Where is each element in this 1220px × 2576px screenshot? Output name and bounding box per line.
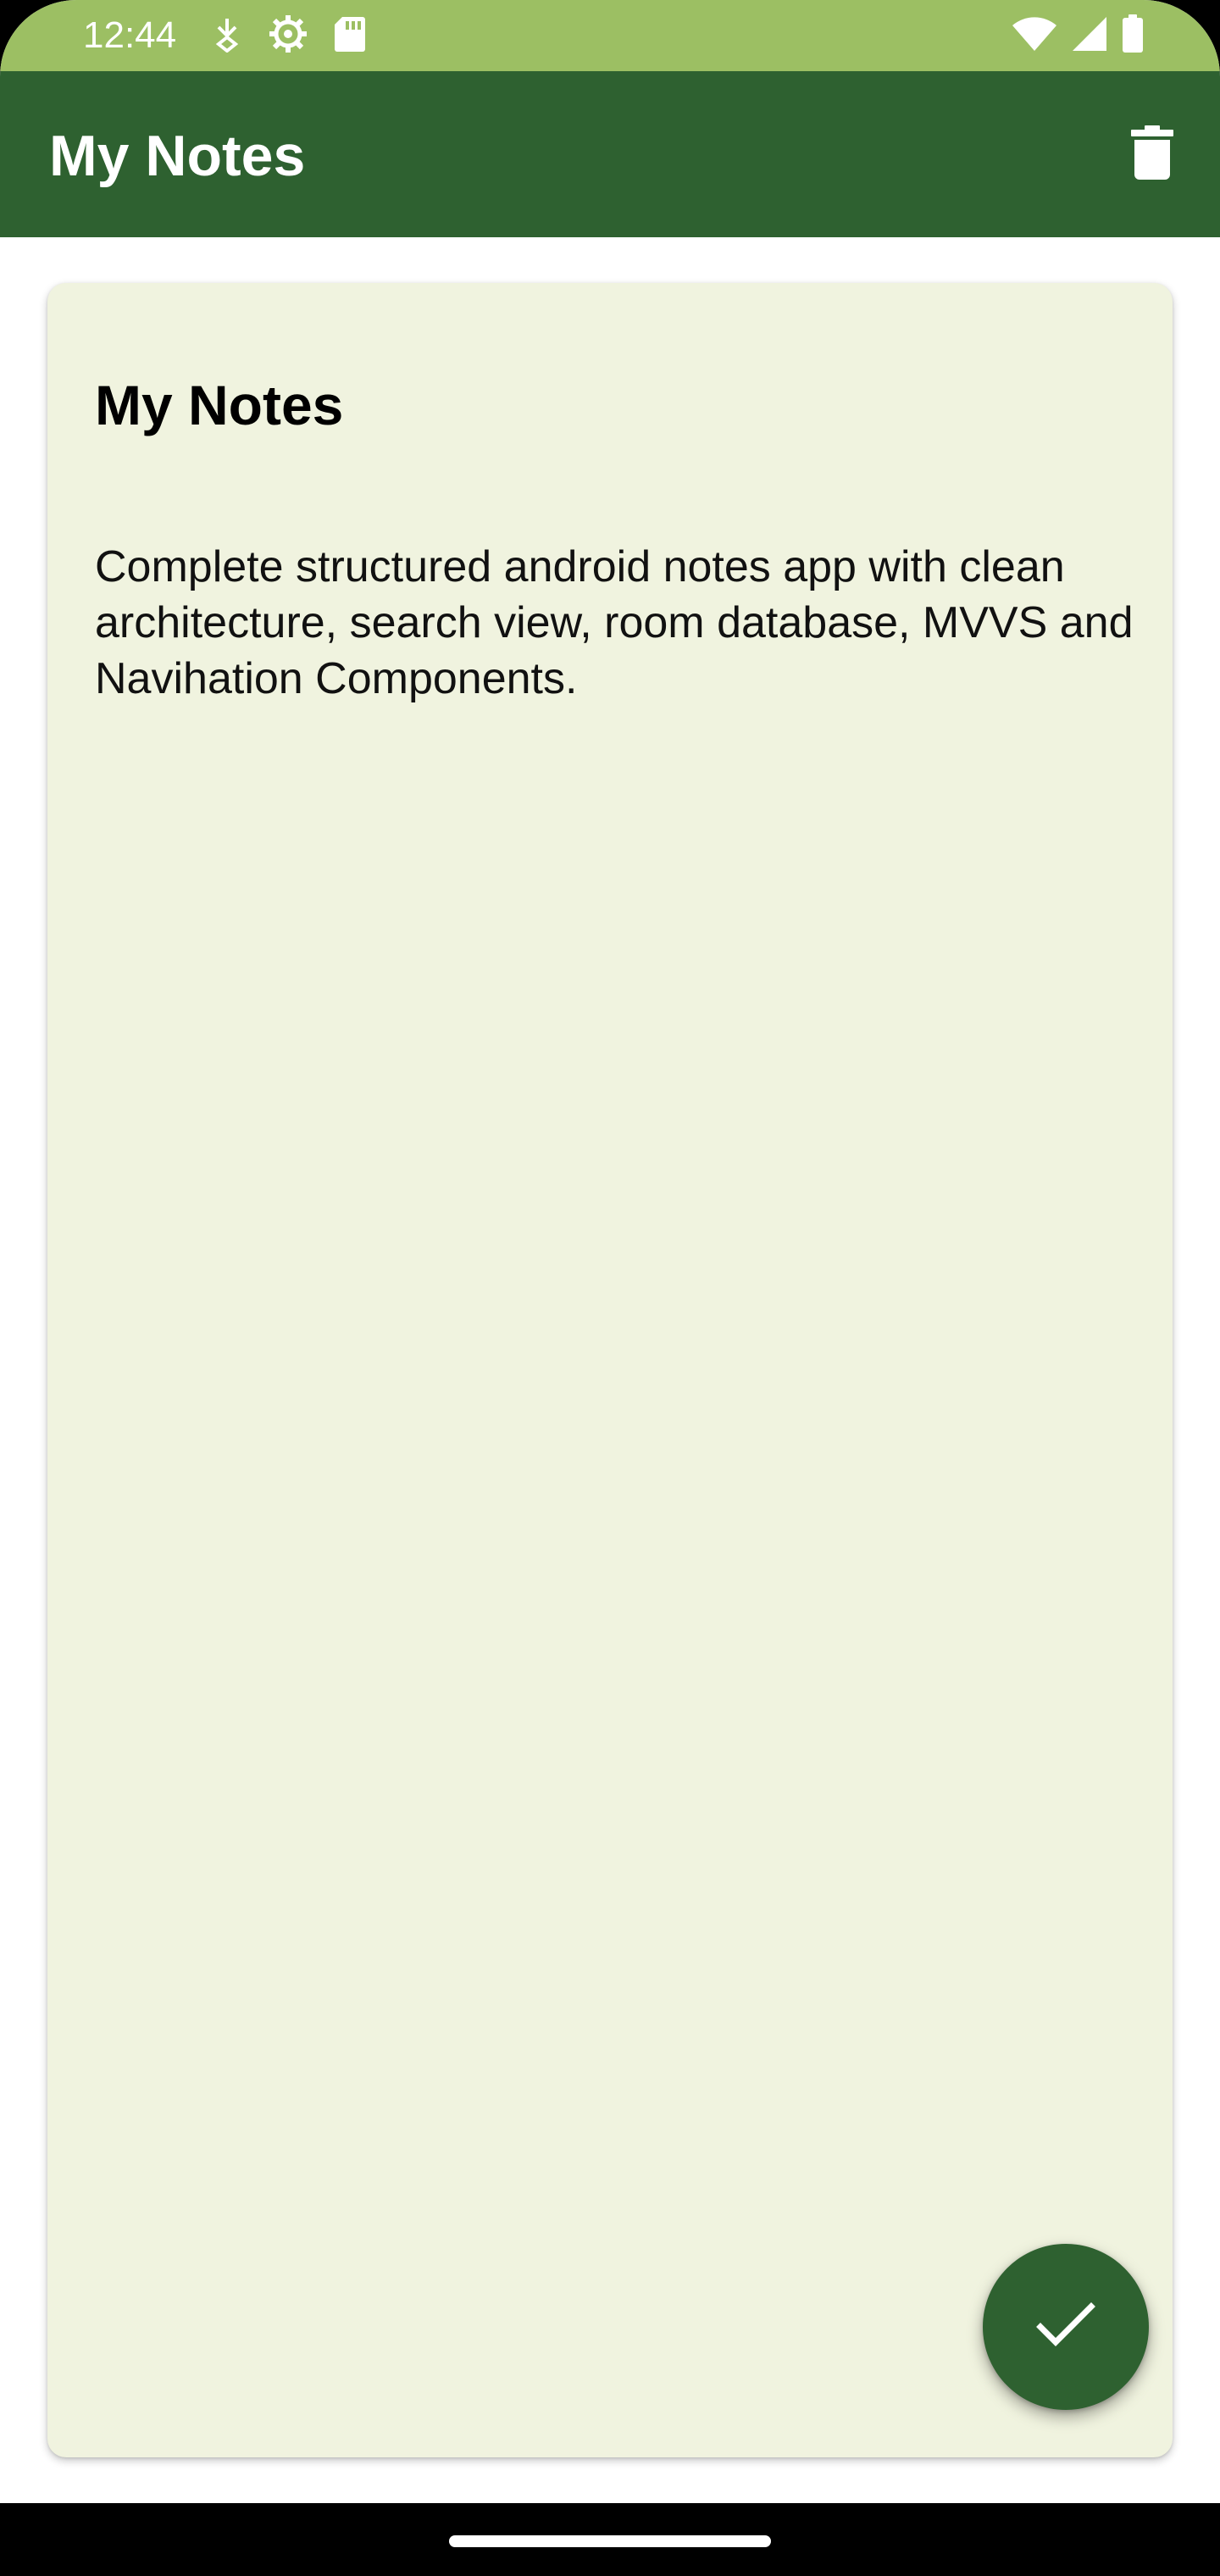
navigation-bar <box>0 2503 1220 2576</box>
battery-icon <box>1122 14 1144 58</box>
app-bar: My Notes <box>0 71 1220 237</box>
status-left-icons <box>212 14 366 58</box>
download-arrow-icon <box>212 15 242 57</box>
app-title: My Notes <box>49 124 306 188</box>
note-title-field[interactable]: My Notes <box>95 371 1112 439</box>
status-right-icons <box>1012 14 1144 58</box>
note-body-field[interactable]: Complete structured android notes app wi… <box>95 539 1137 707</box>
status-bar: 12:44 <box>0 0 1220 71</box>
wifi-icon <box>1012 15 1057 57</box>
cellular-signal-icon <box>1071 15 1108 57</box>
sd-card-icon <box>334 15 366 57</box>
delete-button[interactable] <box>1118 120 1186 188</box>
note-card: My Notes Complete structured android not… <box>47 283 1173 2457</box>
delete-icon <box>1131 125 1173 184</box>
check-icon <box>1035 2301 1096 2353</box>
settings-gear-icon <box>268 14 308 58</box>
status-time: 12:44 <box>83 14 177 56</box>
save-note-button[interactable] <box>983 2244 1149 2410</box>
screen: 12:44 My Notes My Notes Complete structu… <box>0 0 1220 2576</box>
home-indicator[interactable] <box>449 2535 771 2547</box>
